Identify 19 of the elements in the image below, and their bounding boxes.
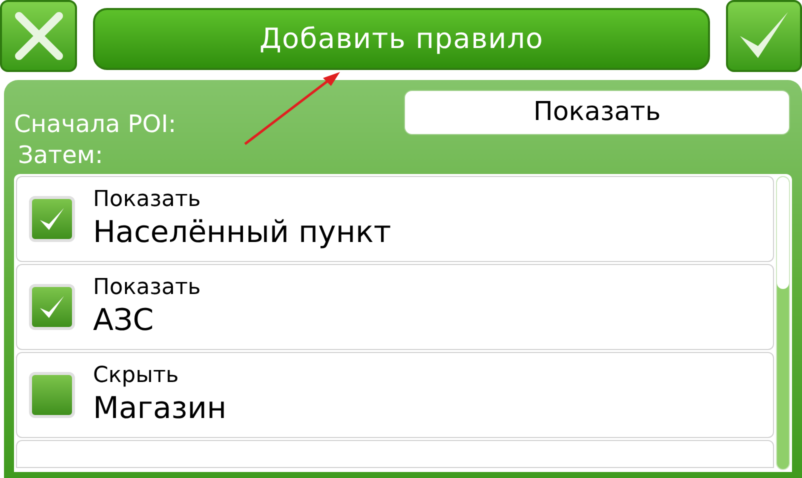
action-label: Показать [93,274,201,302]
rule-row[interactable]: Показать АЗС [16,264,774,350]
action-label: Показать [93,186,202,214]
rule-row[interactable]: Показать Населённый пункт [16,176,774,262]
action-dropdown[interactable]: Показать [404,90,790,135]
checkbox[interactable] [29,372,75,418]
category-label: Населённый пункт [93,214,392,252]
category-label: АЗС [93,302,155,340]
close-button[interactable] [0,0,77,72]
confirm-button[interactable] [726,0,802,72]
first-label: Сначала POI: [14,109,176,140]
action-label: Скрыть [93,362,180,390]
checkbox[interactable] [29,196,75,242]
scrollbar-thumb[interactable] [777,177,789,289]
rule-row[interactable]: Скрыть Магазин [16,352,774,438]
close-icon [12,10,64,62]
checkbox[interactable] [29,284,75,330]
category-label: Магазин [93,390,226,428]
then-label: Затем: [18,140,104,170]
